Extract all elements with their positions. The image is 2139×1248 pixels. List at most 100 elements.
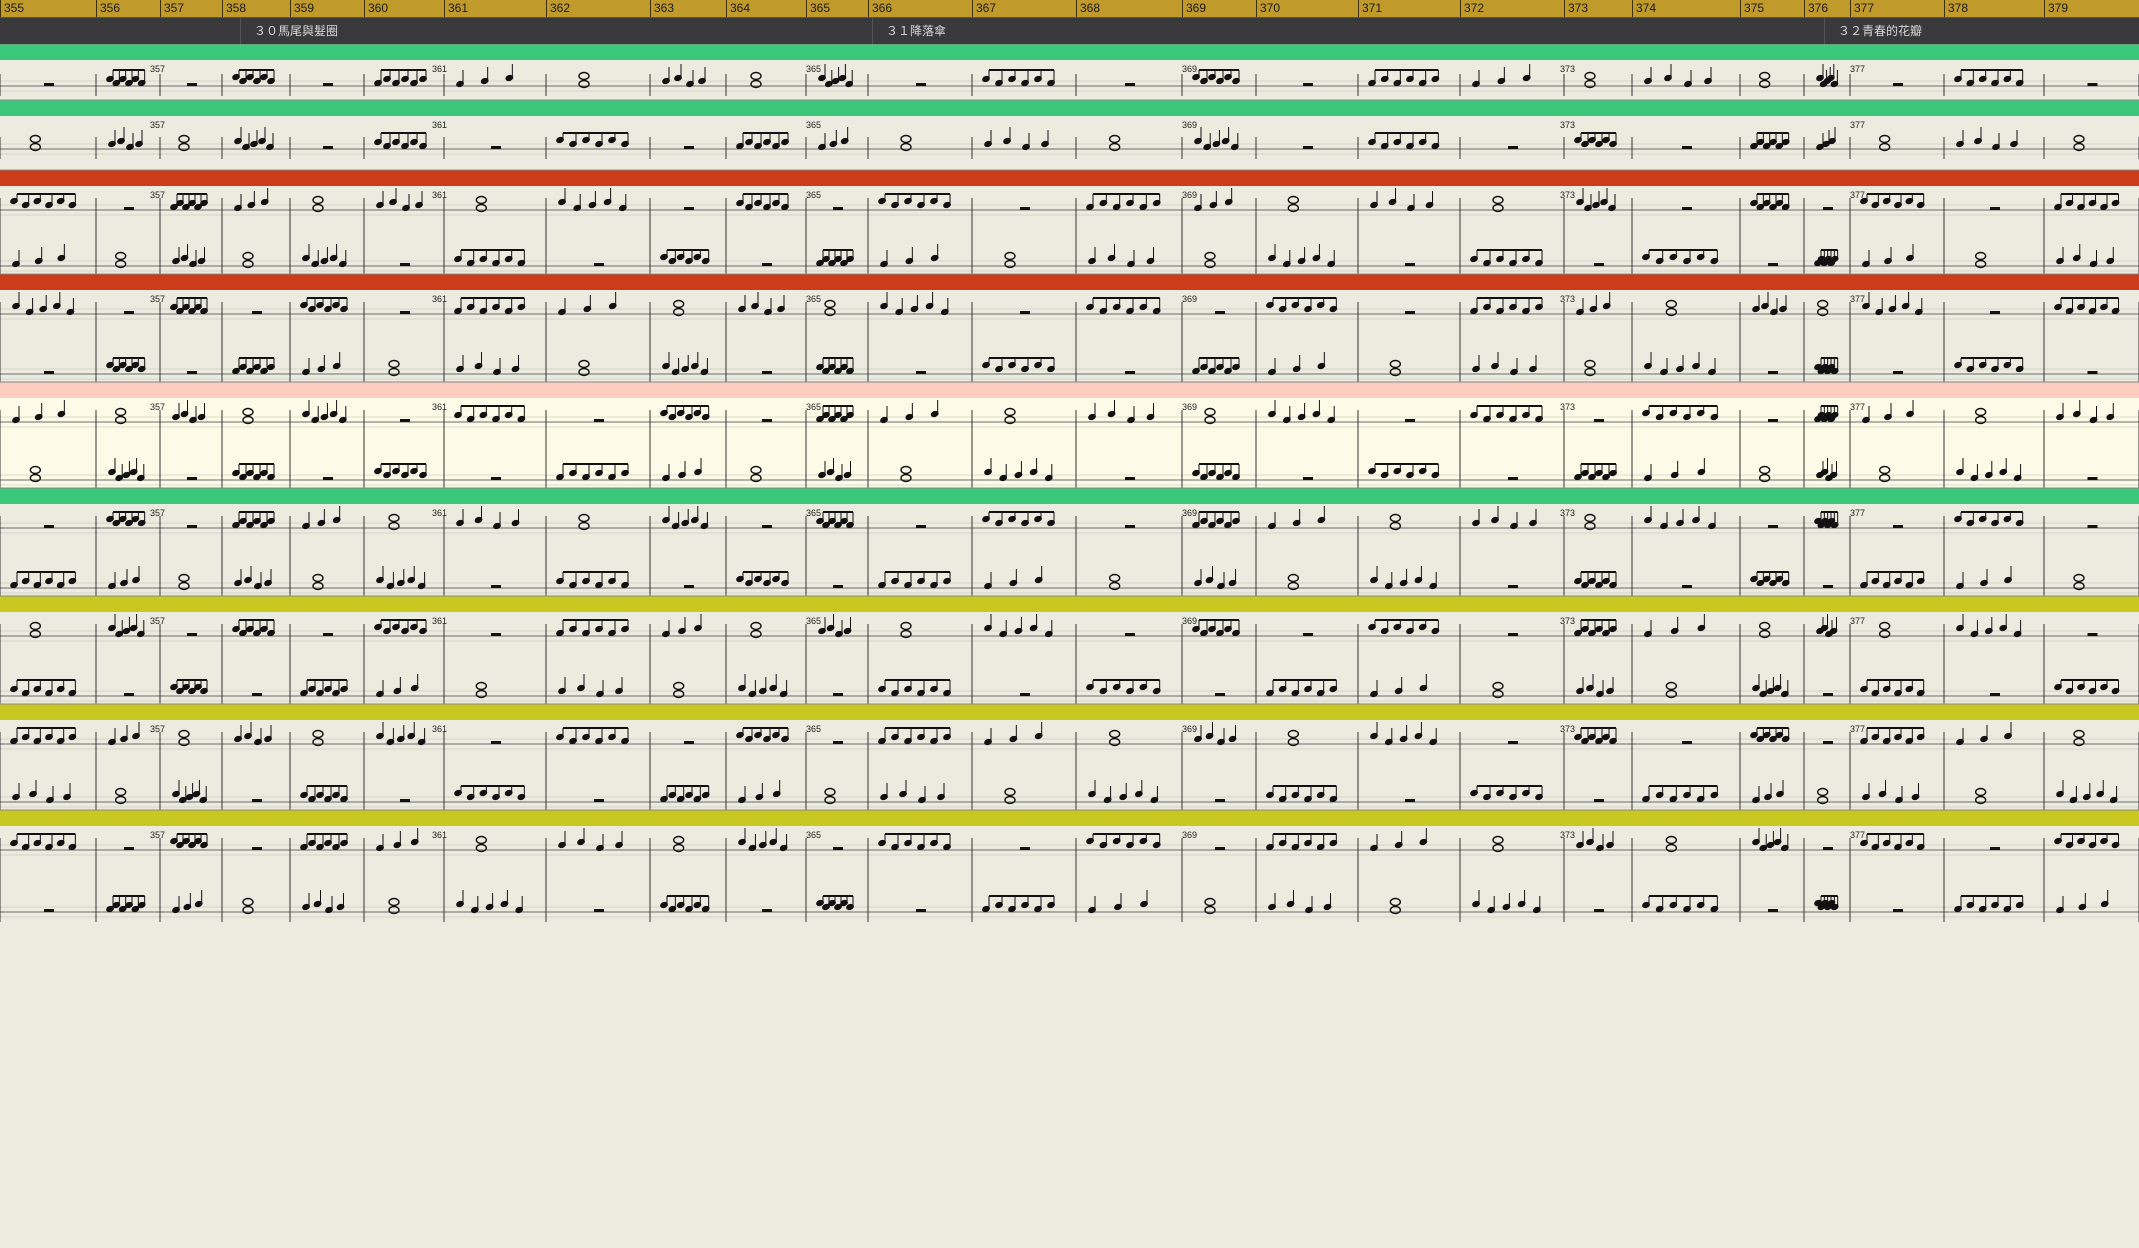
staff-bar-number: 369 [1182,120,1197,130]
track-6-header-band[interactable] [0,488,2139,504]
score-view[interactable]: 357 361 365 369 373 377 357 361 365 369 373 377 357 3… [0,44,2139,1248]
rest [1508,146,1518,149]
rest [1990,847,2000,850]
rest [491,146,501,149]
ruler-bar-number: 362 [550,1,571,15]
track-6-background[interactable] [0,488,2139,596]
rest [916,909,926,912]
rest [762,371,772,374]
rest [1215,799,1225,802]
rest [1893,909,1903,912]
rest [1594,799,1604,802]
rest [1990,311,2000,314]
staff-bar-number: 365 [806,294,821,304]
staff-bar-number: 377 [1850,120,1865,130]
ruler-bar-number: 360 [368,1,389,15]
score-canvas[interactable]: 357 361 365 369 373 377 357 361 365 369 373 377 357 3… [0,44,2139,1248]
track-4-header-band[interactable] [0,274,2139,290]
rest [1125,371,1135,374]
rest [1768,263,1778,266]
rehearsal-marker[interactable]: ３２青春的花瓣 [1838,23,1922,39]
rest [252,799,262,802]
track-2-header-band[interactable] [0,100,2139,116]
rehearsal-marker-bar[interactable]: ３０馬尾與髮圈 ３１降落傘 ３２青春的花瓣 [0,18,2139,44]
rest [2087,371,2098,374]
staff-bar-number: 373 [1560,616,1575,626]
rehearsal-marker[interactable]: ３１降落傘 [886,23,946,39]
ruler-bar-number: 366 [872,1,893,15]
rest [1303,477,1313,480]
staff-bar-number: 373 [1560,120,1575,130]
track-9-header-band[interactable] [0,810,2139,826]
staff-bar-number: 365 [806,830,821,840]
rest [1405,311,1415,314]
staff-bar-number: 373 [1560,402,1575,412]
rest [323,146,333,149]
rest [1215,311,1225,314]
track-7-header-band[interactable] [0,596,2139,612]
staff-bar-number: 373 [1560,830,1575,840]
rest [1303,146,1313,149]
staff-bar-number: 361 [432,120,447,130]
ruler-bar-number: 373 [1568,1,1589,15]
rest [1594,263,1604,266]
track-7-background[interactable] [0,596,2139,704]
ruler-bar-number: 356 [100,1,121,15]
timeline-ruler[interactable]: 355 356 357 358 359 360 361 362 363 364 365 366 367 3… [0,0,2139,18]
staff-bar-number: 365 [806,724,821,734]
staff-bar-number: 357 [150,190,165,200]
ruler-bar-number: 378 [1948,1,1969,15]
staff-bar-number: 357 [150,120,165,130]
rest [400,311,410,314]
rest [833,207,843,210]
ruler-bar-number: 379 [2048,1,2069,15]
rest [187,371,197,374]
rehearsal-marker[interactable]: ３０馬尾與髮圈 [254,23,338,39]
staff-bar-number: 369 [1182,724,1197,734]
staff-bar-number: 357 [150,402,165,412]
track-5-header-band[interactable] [0,382,2139,398]
rest [762,263,772,266]
rest [323,633,333,636]
rest [1020,207,1030,210]
ruler-bar-number: 359 [294,1,315,15]
rest [252,693,262,696]
staff-bar-number: 365 [806,508,821,518]
rest [1823,741,1833,744]
rest [762,909,772,912]
staff-bar-number: 365 [806,402,821,412]
ruler-bar-number: 358 [226,1,247,15]
rest [400,263,410,266]
staff-bar-number: 373 [1560,190,1575,200]
marker-separator [240,18,241,44]
rest [1215,847,1225,850]
rest [916,83,926,86]
rest [1405,799,1415,802]
ruler-bar-number: 372 [1464,1,1485,15]
rest [1508,633,1518,636]
rest [916,371,926,374]
rest [833,741,843,744]
staff-bar-number: 377 [1850,294,1865,304]
rest [2087,633,2098,636]
staff-bar-number: 369 [1182,294,1197,304]
staff-bar-number: 373 [1560,64,1575,74]
rest [684,741,694,744]
staff-bar-number: 365 [806,190,821,200]
staff-bar-number: 377 [1850,616,1865,626]
rest [1508,585,1518,588]
rest [1823,585,1833,588]
rest [594,263,604,266]
marker-separator [1824,18,1825,44]
track-8-header-band[interactable] [0,704,2139,720]
track-1-header-band[interactable] [0,44,2139,60]
rest [1682,741,1692,744]
staff-bar-number: 377 [1850,64,1865,74]
rest [1020,847,1030,850]
rest [1768,371,1778,374]
staff-bar-number: 369 [1182,64,1197,74]
staff-bar-number: 369 [1182,402,1197,412]
rest [1125,525,1135,528]
track-3-header-band[interactable] [0,170,2139,186]
staff-bar-number: 369 [1182,830,1197,840]
